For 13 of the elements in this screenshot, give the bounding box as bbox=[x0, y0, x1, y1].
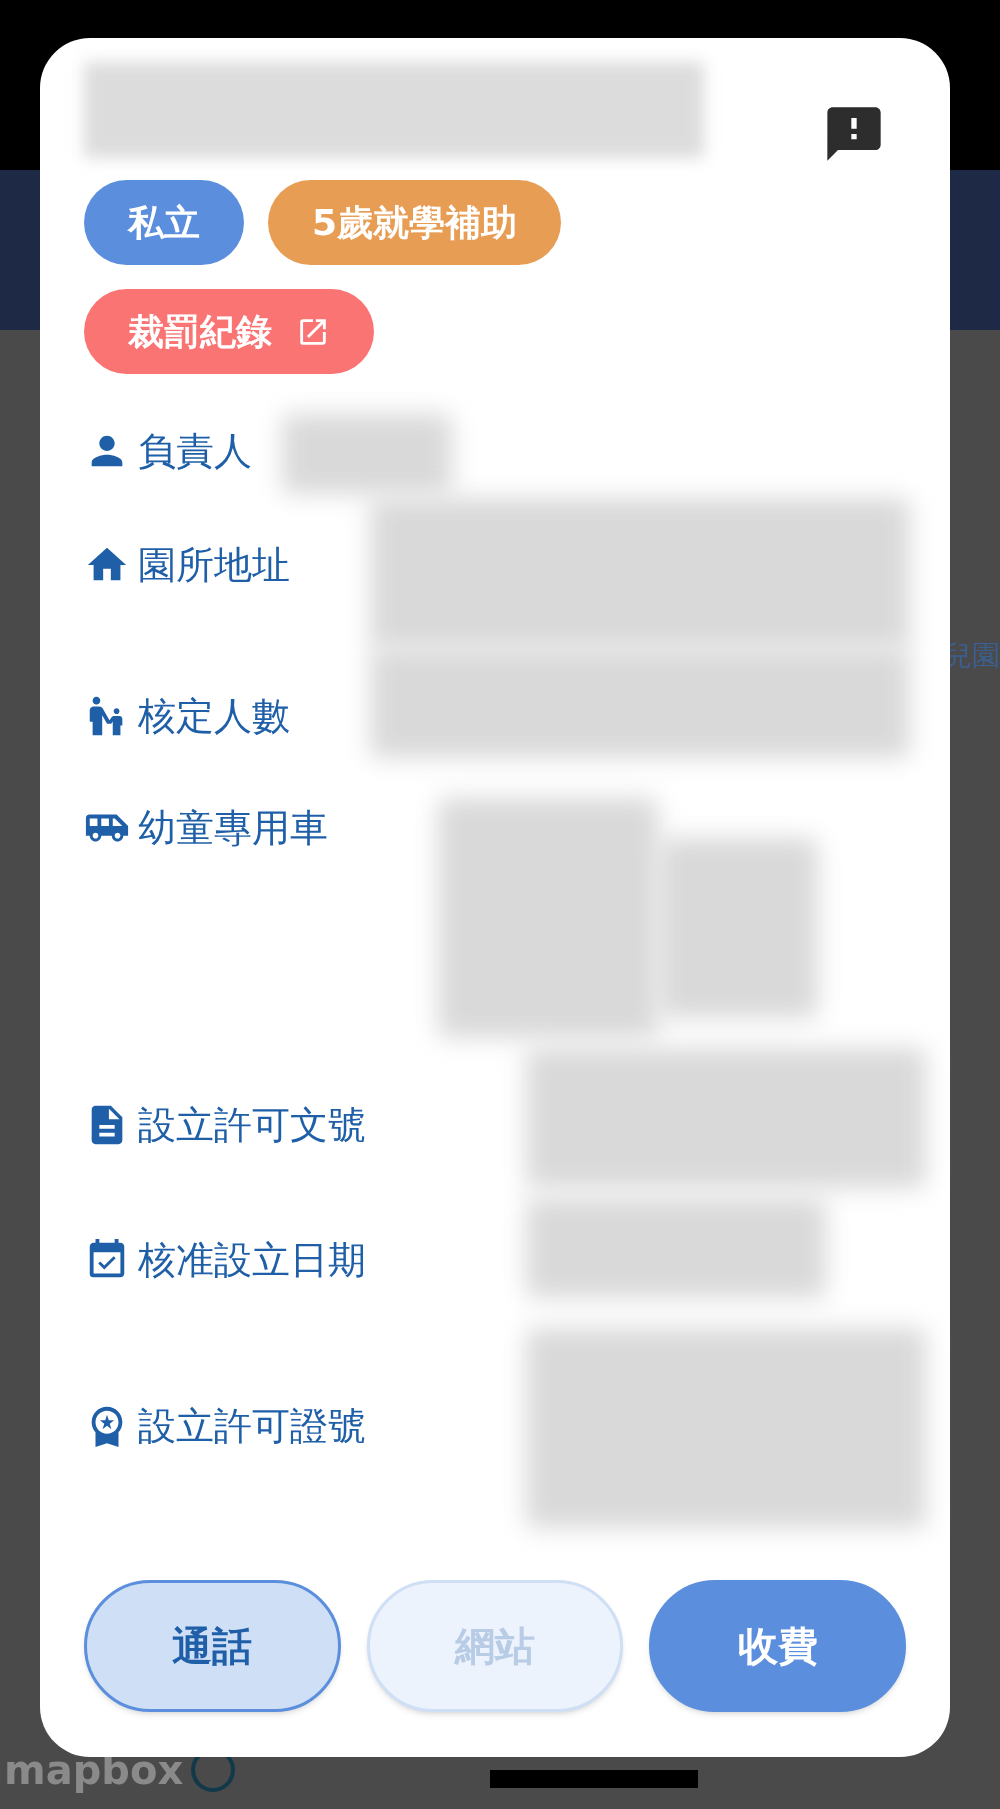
field-label: 核定人數 bbox=[138, 692, 290, 740]
tag-chip: 5歲就學補助 bbox=[268, 180, 562, 265]
field-label: 園所地址 bbox=[138, 541, 290, 589]
field-label: 核准設立日期 bbox=[138, 1236, 366, 1284]
field-label: 幼童專用車 bbox=[138, 804, 328, 852]
mapbox-logo: mapbox bbox=[4, 1746, 184, 1795]
field-label: 負責人 bbox=[138, 427, 252, 475]
field-label: 設立許可文號 bbox=[138, 1101, 366, 1149]
action-button[interactable]: 收費 bbox=[649, 1580, 906, 1712]
field-label: 設立許可證號 bbox=[138, 1402, 366, 1450]
record-link[interactable]: 裁罰紀錄 bbox=[84, 289, 374, 374]
action-button[interactable]: 通話 bbox=[84, 1580, 341, 1712]
tag-chip: 私立 bbox=[84, 180, 244, 265]
